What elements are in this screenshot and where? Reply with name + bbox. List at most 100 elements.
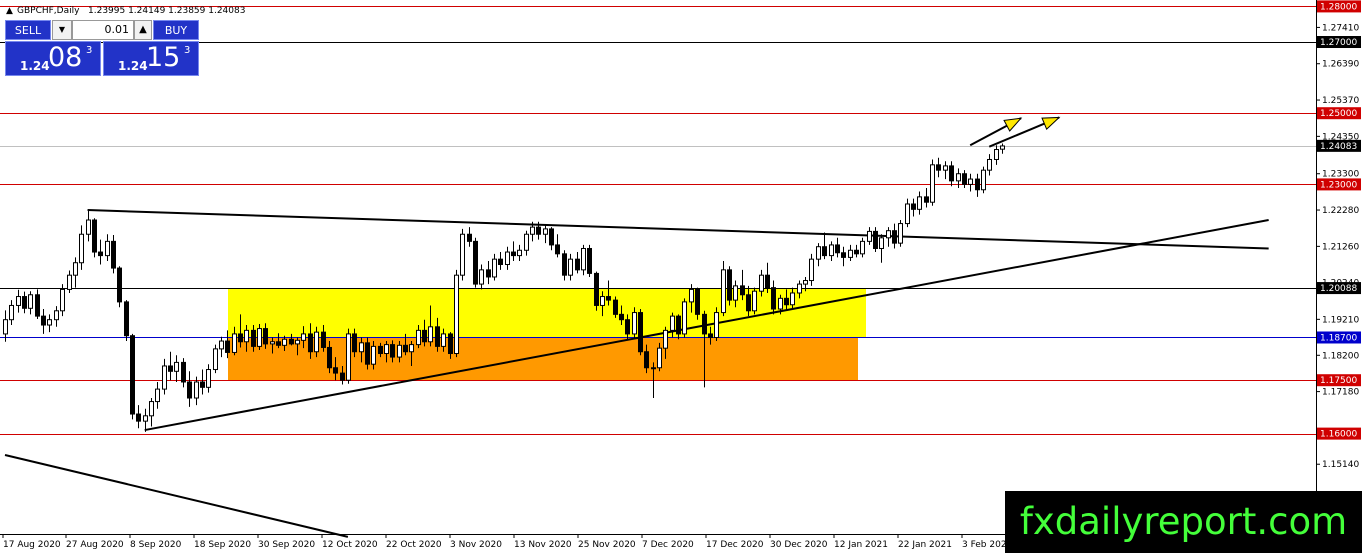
- bear-candle: [200, 381, 205, 388]
- bear-candle: [187, 381, 192, 399]
- bear-candle: [365, 342, 370, 365]
- lot-dropdown-icon[interactable]: ▼: [52, 20, 72, 40]
- bull-candle: [905, 203, 910, 225]
- time-tick-label: 22 Oct 2020: [386, 540, 442, 550]
- candles-layer: [3, 143, 1005, 432]
- bull-candle: [295, 339, 300, 345]
- buy-price-fraction: 3: [184, 45, 191, 56]
- time-tick-label: 8 Sep 2020: [130, 540, 182, 550]
- bear-candle: [511, 251, 516, 257]
- bear-candle: [308, 333, 313, 353]
- bear-candle: [784, 297, 789, 306]
- bull-candle: [149, 401, 154, 417]
- bear-candle: [390, 344, 395, 358]
- bull-candle: [517, 249, 522, 257]
- bull-candle: [714, 312, 719, 338]
- bull-candle: [346, 333, 351, 381]
- bull-candle: [689, 288, 694, 303]
- bull-candle: [632, 312, 637, 335]
- bull-candle: [994, 149, 999, 160]
- arrow-head: [1041, 116, 1061, 131]
- bull-candle: [67, 274, 72, 290]
- bull-candle: [803, 280, 808, 285]
- bull-candle: [568, 258, 573, 276]
- bear-candle: [702, 313, 707, 335]
- bull-candle: [524, 233, 529, 251]
- bull-candle: [409, 344, 414, 353]
- price-tick-label: 1.23300: [1322, 170, 1359, 180]
- bull-candle: [105, 240, 110, 257]
- bear-candle: [181, 361, 186, 383]
- bull-candle: [879, 237, 884, 249]
- time-tick-label: 13 Nov 2020: [514, 540, 572, 550]
- bear-candle: [613, 299, 618, 315]
- bear-candle: [340, 372, 345, 381]
- bear-candle: [962, 173, 967, 185]
- buy-button[interactable]: BUY: [153, 20, 199, 40]
- buy-quote-button[interactable]: 1.24 15 3: [103, 41, 199, 76]
- bear-candle: [238, 333, 243, 343]
- lot-size-input[interactable]: 0.01: [72, 20, 134, 40]
- bear-candle: [854, 249, 859, 255]
- price-label: 1.16000: [1320, 430, 1357, 440]
- sell-price-pips: 08: [48, 42, 83, 73]
- bull-candle: [816, 246, 821, 260]
- bull-candle: [581, 247, 586, 271]
- bear-candle: [536, 226, 541, 235]
- bear-candle: [625, 319, 630, 335]
- bear-candle: [822, 246, 827, 257]
- sell-quote-button[interactable]: 1.24 08 3: [5, 41, 101, 76]
- bull-candle: [898, 223, 903, 244]
- time-tick-label: 12 Jan 2021: [834, 540, 888, 550]
- bear-candle: [225, 340, 230, 353]
- price-tick-label: 1.18200: [1322, 351, 1359, 361]
- bear-candle: [606, 296, 611, 301]
- bear-candle: [378, 345, 383, 355]
- price-chart[interactable]: 1.274101.263901.253701.243501.233001.222…: [0, 0, 1362, 553]
- bear-candle: [594, 272, 599, 306]
- bear-candle: [251, 329, 256, 347]
- bull-candle: [981, 169, 986, 191]
- bull-candle: [733, 285, 738, 301]
- bear-candle: [892, 230, 897, 244]
- bear-candle: [936, 164, 941, 171]
- trendline: [87, 209, 1269, 250]
- bear-candle: [92, 219, 97, 253]
- bear-candle: [136, 413, 141, 422]
- price-tick-label: 1.25370: [1322, 96, 1359, 106]
- header-collapse-icon[interactable]: ▲: [6, 6, 13, 16]
- bull-candle: [3, 319, 8, 335]
- price-tick-label: 1.22280: [1322, 206, 1359, 216]
- time-axis[interactable]: 17 Aug 2020 27 Aug 2020 8 Sep 2020 18 Sep 2…: [2, 534, 1007, 550]
- bull-candle: [232, 333, 237, 353]
- bull-candle: [930, 164, 935, 203]
- bull-candle: [721, 269, 726, 314]
- lot-stepper-icon[interactable]: ▲: [134, 20, 152, 40]
- bull-candle: [759, 274, 764, 292]
- time-tick-label: 17 Aug 2020: [3, 540, 61, 550]
- time-tick-label: 3 Feb 202: [962, 540, 1007, 550]
- bear-candle: [555, 244, 560, 255]
- bear-candle: [124, 301, 129, 337]
- time-tick-label: 25 Nov 2020: [578, 540, 636, 550]
- bull-candle: [86, 219, 91, 235]
- bear-candle: [644, 351, 649, 369]
- bear-candle: [765, 274, 770, 289]
- arrow-head: [1003, 117, 1023, 132]
- bear-candle: [327, 346, 332, 369]
- bull-candle: [9, 304, 14, 321]
- bull-candle: [600, 296, 605, 306]
- price-tick-label: 1.21260: [1322, 242, 1359, 252]
- bull-candle: [213, 348, 218, 371]
- price-tick-label: 1.15140: [1322, 460, 1359, 470]
- sell-button[interactable]: SELL: [5, 20, 51, 40]
- buy-price-pips: 15: [146, 42, 181, 73]
- bear-candle: [41, 315, 46, 326]
- bear-candle: [263, 328, 268, 345]
- price-tick-label: 1.27410: [1322, 23, 1359, 33]
- bull-candle: [454, 274, 459, 355]
- bull-candle: [682, 301, 687, 335]
- buy-price-prefix: 1.24: [118, 59, 148, 73]
- bear-candle: [587, 247, 592, 274]
- price-axis[interactable]: 1.274101.263901.253701.243501.233001.222…: [1316, 0, 1361, 507]
